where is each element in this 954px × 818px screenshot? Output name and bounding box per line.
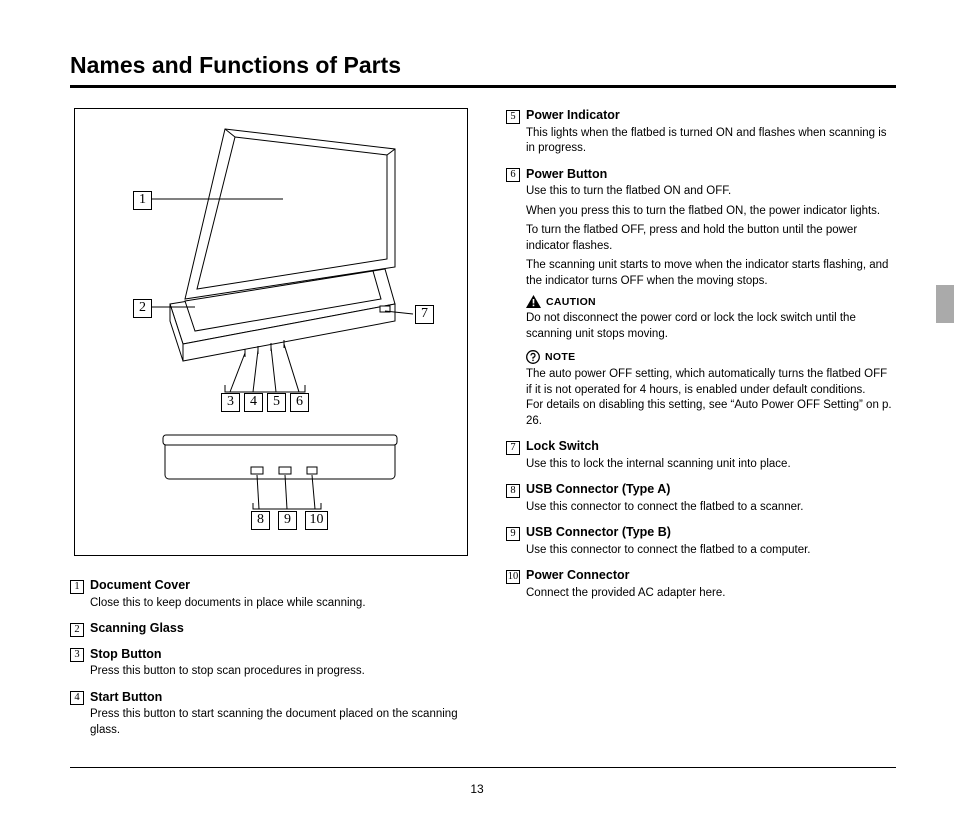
warning-icon bbox=[526, 295, 541, 308]
part-item: 6 Power Button Use this to turn the flatbe… bbox=[506, 167, 896, 430]
part-item: 5 Power Indicator This lights when the fla… bbox=[506, 108, 896, 157]
part-item: 4 Start Button Press this button to start … bbox=[70, 690, 468, 739]
part-title: Stop Button bbox=[90, 647, 162, 661]
part-number: 10 bbox=[506, 570, 520, 584]
part-number: 5 bbox=[506, 110, 520, 124]
page-tab bbox=[936, 285, 954, 323]
part-item: 8 USB Connector (Type A) Use this connecto… bbox=[506, 482, 896, 515]
part-description: Use this to turn the flatbed ON and OFF.… bbox=[526, 184, 896, 289]
part-number: 1 bbox=[70, 580, 84, 594]
part-description: Press this button to start scanning the … bbox=[90, 707, 468, 738]
part-title: USB Connector (Type A) bbox=[526, 482, 670, 496]
part-number: 8 bbox=[506, 484, 520, 498]
part-item: 9 USB Connector (Type B) Use this connecto… bbox=[506, 525, 896, 558]
callout-7: 7 bbox=[415, 305, 434, 324]
part-number: 4 bbox=[70, 691, 84, 705]
callout-4: 4 bbox=[244, 393, 263, 412]
part-title: Start Button bbox=[90, 690, 162, 704]
callout-10: 10 bbox=[305, 511, 328, 530]
callout-3: 3 bbox=[221, 393, 240, 412]
note-text: The auto power OFF setting, which automa… bbox=[526, 367, 896, 429]
note-block: NOTE The auto power OFF setting, which au… bbox=[526, 350, 896, 429]
part-description: Use this connector to connect the flatbe… bbox=[526, 500, 896, 516]
part-description: Close this to keep documents in place wh… bbox=[90, 596, 468, 612]
part-title: Lock Switch bbox=[526, 439, 599, 453]
callout-1: 1 bbox=[133, 191, 152, 210]
hint-icon bbox=[526, 350, 540, 364]
part-title: Power Connector bbox=[526, 568, 630, 582]
callout-8: 8 bbox=[251, 511, 270, 530]
part-item: 2 Scanning Glass bbox=[70, 621, 468, 637]
part-item: 7 Lock Switch Use this to lock the interna… bbox=[506, 439, 896, 472]
callout-6: 6 bbox=[290, 393, 309, 412]
part-number: 3 bbox=[70, 648, 84, 662]
page-number: 13 bbox=[0, 782, 954, 796]
part-description: Press this button to stop scan procedure… bbox=[90, 664, 468, 680]
part-number: 2 bbox=[70, 623, 84, 637]
part-title: Scanning Glass bbox=[90, 621, 184, 635]
caution-block: CAUTION Do not disconnect the power cord … bbox=[526, 295, 896, 342]
parts-diagram: 1 2 7 3 4 5 6 8 9 10 bbox=[74, 108, 468, 556]
part-title: Power Indicator bbox=[526, 108, 620, 122]
part-description: Use this to lock the internal scanning u… bbox=[526, 457, 896, 473]
part-item: 10 Power Connector Connect the provided AC… bbox=[506, 568, 896, 601]
part-number: 7 bbox=[506, 441, 520, 455]
page-title: Names and Functions of Parts bbox=[70, 52, 896, 79]
part-description: Use this connector to connect the flatbe… bbox=[526, 543, 896, 559]
caution-text: Do not disconnect the power cord or lock… bbox=[526, 311, 896, 342]
part-number: 6 bbox=[506, 168, 520, 182]
part-title: USB Connector (Type B) bbox=[526, 525, 671, 539]
caution-label: CAUTION bbox=[546, 296, 596, 308]
part-item: 3 Stop Button Press this button to stop sc… bbox=[70, 647, 468, 680]
part-description: Connect the provided AC adapter here. bbox=[526, 586, 896, 602]
footer-rule bbox=[70, 767, 896, 768]
title-rule bbox=[70, 85, 896, 88]
callout-2: 2 bbox=[133, 299, 152, 318]
scanner-illustration bbox=[75, 109, 467, 555]
part-title: Document Cover bbox=[90, 578, 190, 592]
callout-9: 9 bbox=[278, 511, 297, 530]
part-item: 1 Document Cover Close this to keep docume… bbox=[70, 578, 468, 611]
part-description: This lights when the flatbed is turned O… bbox=[526, 126, 896, 157]
part-number: 9 bbox=[506, 527, 520, 541]
part-title: Power Button bbox=[526, 167, 607, 181]
callout-5: 5 bbox=[267, 393, 286, 412]
note-label: NOTE bbox=[545, 351, 575, 363]
